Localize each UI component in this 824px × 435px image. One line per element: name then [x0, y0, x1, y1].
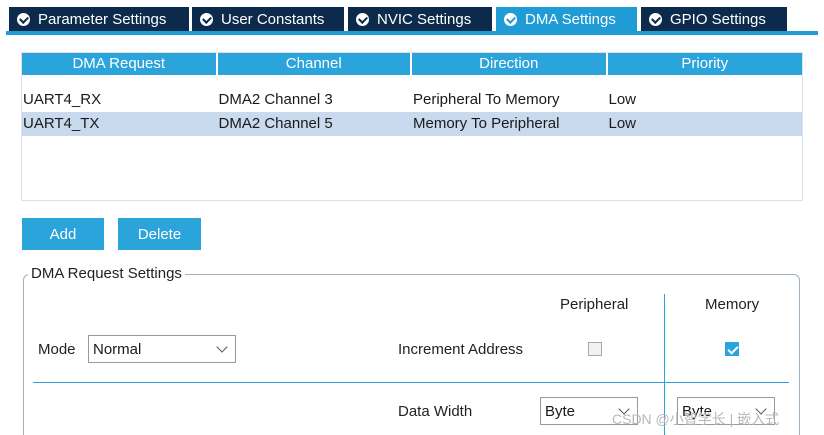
add-button[interactable]: Add	[22, 218, 104, 250]
cell-channel: DMA2 Channel 5	[218, 115, 333, 132]
row-divider	[33, 382, 789, 383]
chevron-down-icon	[216, 341, 228, 353]
tab-label: DMA Settings	[525, 11, 616, 28]
column-header-priority[interactable]: Priority	[607, 53, 802, 75]
tab-gpio-settings[interactable]: GPIO Settings	[641, 7, 789, 32]
tab-bar: Parameter Settings User Constants NVIC S…	[0, 0, 824, 35]
mode-select[interactable]: Normal	[88, 335, 236, 363]
column-header-direction[interactable]: Direction	[412, 53, 608, 75]
tab-dma-settings[interactable]: DMA Settings	[496, 7, 639, 32]
column-header-channel[interactable]: Channel	[217, 53, 412, 75]
group-legend: DMA Request Settings	[28, 265, 185, 282]
dma-request-table: DMA Request Channel Direction Priority U…	[21, 52, 803, 201]
cell-priority: Low	[608, 91, 637, 108]
tab-label: Parameter Settings	[38, 11, 167, 28]
mode-label: Mode	[38, 341, 76, 358]
tab-label: User Constants	[221, 11, 325, 28]
data-width-label: Data Width	[398, 403, 473, 420]
tab-label: GPIO Settings	[670, 11, 766, 28]
check-circle-icon	[504, 13, 517, 26]
cell-priority: Low	[608, 115, 637, 132]
table-row[interactable]: UART4_RX DMA2 Channel 3 Peripheral To Me…	[22, 88, 802, 112]
cell-dma-request: UART4_TX	[23, 115, 100, 132]
check-circle-icon	[17, 13, 30, 26]
delete-button[interactable]: Delete	[118, 218, 201, 250]
tab-underline	[6, 31, 818, 35]
check-circle-icon	[649, 13, 662, 26]
increment-address-label: Increment Address	[398, 341, 524, 358]
tab-parameter-settings[interactable]: Parameter Settings	[9, 7, 191, 32]
cell-direction: Peripheral To Memory	[413, 91, 560, 108]
tab-user-constants[interactable]: User Constants	[192, 7, 346, 32]
tab-label: NVIC Settings	[377, 11, 472, 28]
table-header: DMA Request Channel Direction Priority	[22, 53, 802, 75]
tab-nvic-settings[interactable]: NVIC Settings	[348, 7, 494, 32]
check-circle-icon	[200, 13, 213, 26]
memory-column-header: Memory	[705, 296, 760, 313]
column-header-dma-request[interactable]: DMA Request	[22, 53, 218, 75]
peripheral-data-width-value: Byte	[545, 402, 576, 420]
peripheral-column-header: Peripheral	[560, 296, 629, 313]
table-row-selected[interactable]: UART4_TX DMA2 Channel 5 Memory To Periph…	[22, 112, 802, 136]
watermark-text: CSDN @小智学长 | 嵌入式	[612, 411, 780, 427]
peripheral-increment-checkbox[interactable]	[588, 342, 602, 356]
cell-direction: Memory To Peripheral	[413, 115, 560, 132]
cell-dma-request: UART4_RX	[23, 91, 102, 108]
memory-increment-checkbox[interactable]	[725, 342, 739, 356]
mode-value: Normal	[93, 340, 142, 358]
check-circle-icon	[356, 13, 369, 26]
cell-channel: DMA2 Channel 3	[218, 91, 333, 108]
